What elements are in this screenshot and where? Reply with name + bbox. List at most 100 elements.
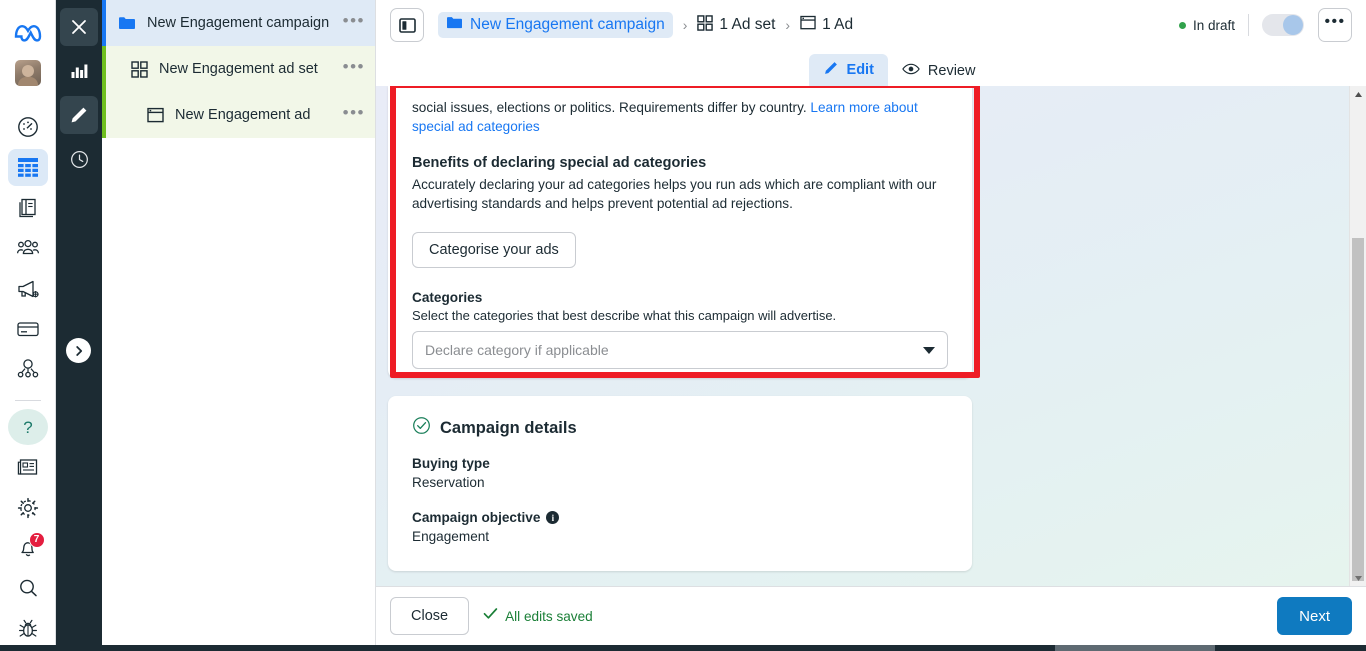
breadcrumb-label: New Engagement campaign bbox=[470, 16, 665, 33]
field-campaign-objective: Campaign objective i Engagement bbox=[412, 510, 948, 544]
tab-review[interactable]: Review bbox=[888, 56, 990, 86]
side-panel-toggle-button[interactable] bbox=[390, 8, 424, 42]
folder-icon bbox=[116, 15, 138, 31]
categorise-your-ads-button[interactable]: Categorise your ads bbox=[412, 232, 576, 268]
tree-item-menu-button[interactable]: ••• bbox=[343, 12, 365, 31]
check-circle-icon bbox=[412, 416, 431, 440]
breadcrumb-separator: › bbox=[682, 17, 688, 33]
toggle-knob bbox=[1283, 15, 1303, 35]
breadcrumb-label: 1 Ad set bbox=[719, 16, 776, 33]
breadcrumb-item-ad[interactable]: 1 Ad bbox=[800, 15, 853, 35]
status-badge: In draft bbox=[1192, 17, 1235, 33]
side-panel-icon bbox=[398, 17, 416, 33]
check-icon bbox=[483, 607, 498, 625]
sidebar-item-debug[interactable] bbox=[8, 611, 48, 647]
app-root: ? 7 New Engagement campaign ••• New Enga… bbox=[0, 0, 1366, 651]
tab-bar: Edit Review bbox=[376, 50, 1366, 86]
campaign-details-card: Campaign details Buying type Reservation… bbox=[388, 396, 972, 571]
credit-card-icon bbox=[16, 322, 39, 337]
tab-edit[interactable]: Edit bbox=[808, 54, 888, 86]
special-categories-intro: social issues, elections or politics. Re… bbox=[412, 86, 948, 136]
status-dot-icon bbox=[1178, 21, 1186, 29]
sidebar-item-audiences[interactable] bbox=[8, 230, 48, 266]
publish-toggle[interactable] bbox=[1262, 14, 1304, 36]
breadcrumb: New Engagement campaign › 1 Ad set › 1 A… bbox=[438, 12, 853, 38]
divider bbox=[1248, 14, 1249, 36]
campaign-tree-sidebar: New Engagement campaign ••• New Engageme… bbox=[102, 0, 376, 651]
field-value: Engagement bbox=[412, 529, 490, 544]
more-options-button[interactable]: ••• bbox=[1318, 8, 1352, 42]
table-grid-icon bbox=[17, 158, 38, 178]
sidebar-item-search[interactable] bbox=[8, 570, 48, 606]
horizontal-scrollbar[interactable] bbox=[0, 645, 1366, 651]
sidebar-item-settings[interactable] bbox=[8, 489, 48, 525]
sidebar-item-campaigns[interactable] bbox=[7, 149, 48, 186]
special-ad-categories-card: social issues, elections or politics. Re… bbox=[388, 86, 980, 378]
sidebar-item-performance[interactable] bbox=[8, 109, 48, 145]
svg-text:?: ? bbox=[23, 418, 32, 437]
info-icon[interactable]: i bbox=[546, 511, 560, 524]
pencil-icon bbox=[823, 60, 839, 80]
people-group-icon bbox=[16, 240, 39, 255]
vertical-scrollbar[interactable] bbox=[1349, 86, 1366, 586]
main-pane: New Engagement campaign › 1 Ad set › 1 A… bbox=[376, 0, 1366, 651]
field-label: Campaign objective bbox=[412, 510, 541, 525]
sidebar-item-events-manager[interactable] bbox=[8, 351, 48, 387]
tree-item-menu-button[interactable]: ••• bbox=[343, 104, 365, 123]
breadcrumb-separator: › bbox=[785, 17, 791, 33]
x-close-icon bbox=[72, 20, 86, 34]
notifications-badge: 7 bbox=[28, 531, 45, 548]
meta-logo[interactable] bbox=[8, 14, 48, 50]
sidebar-item-billing[interactable] bbox=[8, 311, 48, 347]
tree-item-label: New Engagement ad bbox=[175, 107, 311, 123]
tree-item-label: New Engagement ad set bbox=[159, 61, 318, 77]
sidebar-item-news[interactable] bbox=[8, 449, 48, 485]
eye-icon bbox=[902, 62, 920, 80]
sidebar-item-library[interactable] bbox=[8, 190, 48, 226]
tree-accent-ad bbox=[102, 92, 106, 138]
user-avatar[interactable] bbox=[8, 54, 48, 90]
rail-close-button[interactable] bbox=[60, 8, 98, 46]
next-button[interactable]: Next bbox=[1277, 597, 1352, 635]
rail-edit-button[interactable] bbox=[60, 96, 98, 134]
sidebar-item-help[interactable]: ? bbox=[7, 408, 48, 445]
rail-history-button[interactable] bbox=[60, 140, 98, 178]
categories-select-placeholder: Declare category if applicable bbox=[425, 342, 609, 358]
tab-label: Edit bbox=[846, 62, 874, 78]
caret-down-icon bbox=[1354, 575, 1362, 581]
tree-item-ad[interactable]: New Engagement ad ••• bbox=[102, 92, 375, 138]
scroll-down-button[interactable] bbox=[1350, 570, 1366, 586]
close-button[interactable]: Close bbox=[390, 597, 470, 635]
scrollbar-thumb[interactable] bbox=[1352, 238, 1364, 581]
speedometer-icon bbox=[17, 117, 38, 137]
magnifier-icon bbox=[19, 580, 37, 597]
chevron-right-icon bbox=[75, 345, 82, 356]
expand-panel-button[interactable] bbox=[66, 338, 91, 363]
bar-chart-icon bbox=[71, 64, 88, 78]
network-nodes-icon bbox=[17, 359, 38, 378]
rail-insights-button[interactable] bbox=[60, 52, 98, 90]
books-icon bbox=[18, 198, 36, 217]
tree-accent-adset bbox=[102, 46, 106, 92]
tree-item-campaign[interactable]: New Engagement campaign ••• bbox=[102, 0, 375, 46]
horizontal-scrollbar-thumb[interactable] bbox=[1055, 645, 1215, 651]
intro-text: social issues, elections or politics. Re… bbox=[412, 100, 811, 115]
pencil-icon bbox=[71, 107, 87, 123]
sidebar-item-ads-reporting[interactable] bbox=[8, 270, 48, 306]
categories-description: Select the categories that best describe… bbox=[412, 308, 837, 323]
field-label-row: Campaign objective i bbox=[412, 510, 948, 525]
scroll-up-button[interactable] bbox=[1350, 86, 1366, 102]
form-scroll-area: social issues, elections or politics. Re… bbox=[376, 86, 1366, 586]
breadcrumb-item-campaign[interactable]: New Engagement campaign bbox=[438, 12, 673, 38]
clock-icon bbox=[70, 150, 88, 168]
ad-frame-icon bbox=[800, 15, 816, 35]
tree-item-menu-button[interactable]: ••• bbox=[343, 58, 365, 77]
tree-item-adset[interactable]: New Engagement ad set ••• bbox=[102, 46, 375, 92]
question-mark-icon: ? bbox=[23, 418, 32, 437]
categories-select[interactable]: Declare category if applicable bbox=[412, 331, 948, 369]
sidebar-item-notifications[interactable]: 7 bbox=[8, 530, 48, 566]
breadcrumb-label: 1 Ad bbox=[822, 16, 854, 33]
breadcrumb-item-adset[interactable]: 1 Ad set bbox=[697, 14, 776, 36]
bug-icon bbox=[18, 619, 37, 637]
tree-accent-campaign bbox=[102, 0, 106, 46]
